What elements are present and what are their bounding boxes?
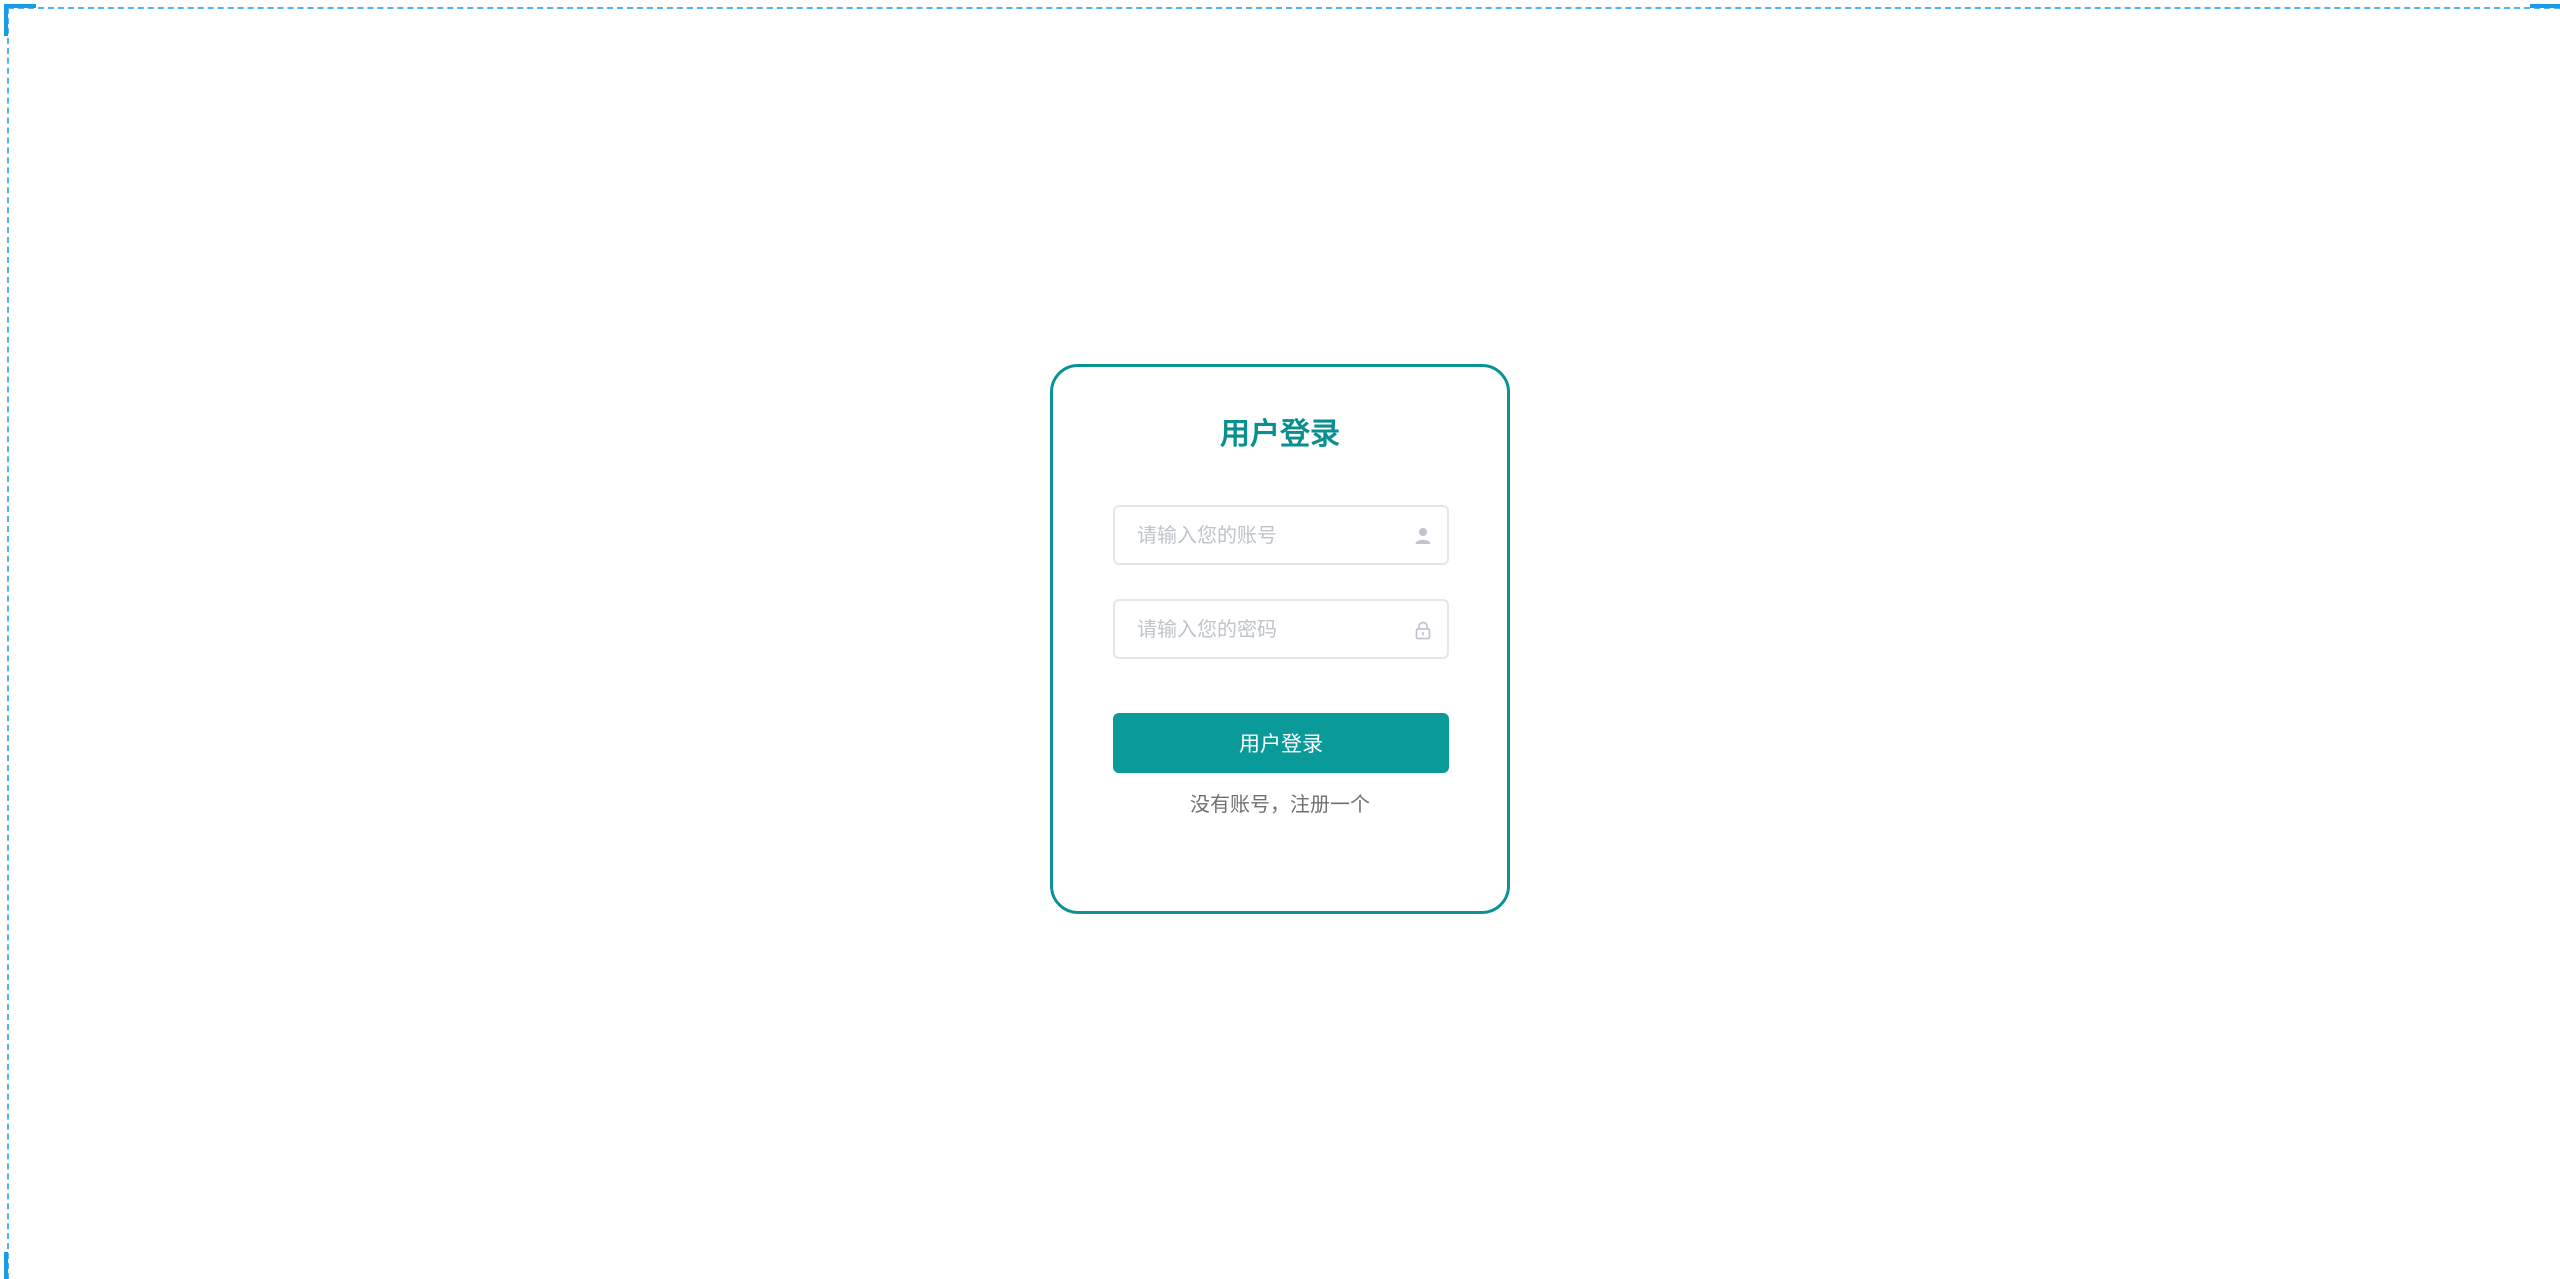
frame-corner-bottom-left: [4, 1252, 8, 1279]
password-field[interactable]: [1113, 599, 1449, 659]
frame-corner-top-left-vertical: [4, 4, 8, 36]
login-card: 用户登录 用户登录 没有账号，注册一个: [1050, 364, 1510, 914]
user-icon: [1413, 526, 1433, 546]
lock-icon: [1413, 620, 1433, 640]
login-title: 用户登录: [1220, 417, 1340, 452]
password-input[interactable]: [1115, 601, 1447, 657]
frame-corner-top-left: [4, 4, 36, 8]
account-field[interactable]: [1113, 505, 1449, 565]
login-button[interactable]: 用户登录: [1113, 713, 1449, 773]
frame-guide-top: [8, 7, 2560, 9]
register-link[interactable]: 没有账号，注册一个: [1053, 789, 1507, 819]
frame-corner-top-right: [2530, 4, 2560, 8]
account-input[interactable]: [1115, 507, 1447, 563]
frame-guide-left: [7, 8, 9, 1279]
